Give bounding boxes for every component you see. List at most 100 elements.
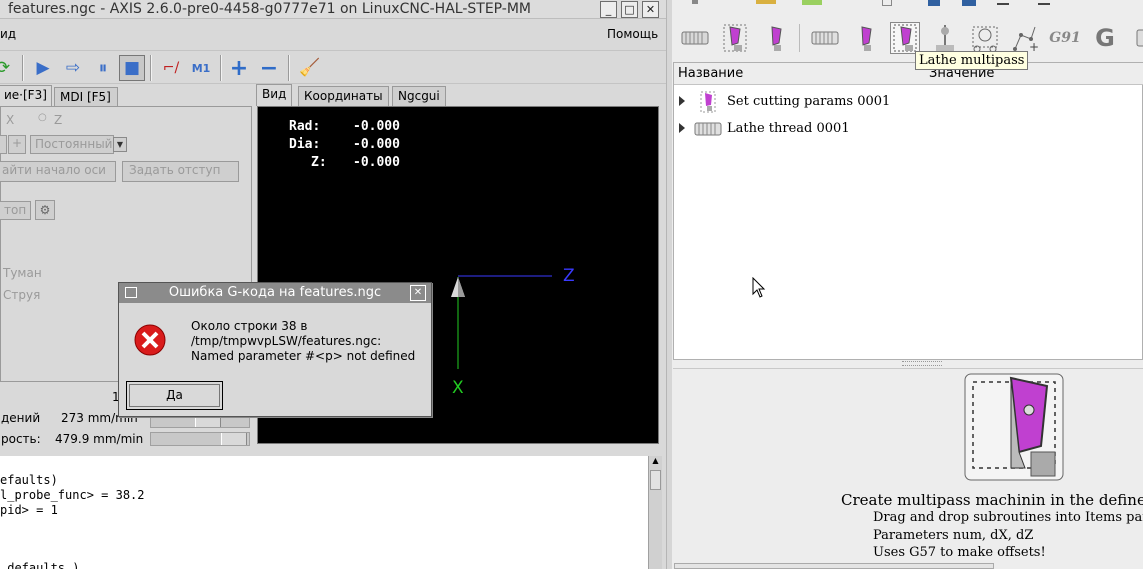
tree-item[interactable]: Lathe thread 0001 [674, 118, 1143, 140]
z-axis-label: Z [563, 266, 575, 286]
partial-icon [692, 0, 698, 4]
partial-icon [1038, 3, 1050, 5]
slider-thumb[interactable] [221, 433, 247, 445]
zoom-in-icon[interactable]: + [226, 55, 252, 81]
touch-off-button[interactable]: Задать отступ [122, 161, 239, 182]
polyline-icon[interactable]: + [1010, 22, 1040, 54]
features-tree[interactable]: Название Значение Set cutting params 000… [673, 62, 1143, 360]
expander-icon[interactable] [679, 96, 685, 106]
tab-manual[interactable]: ие·[F3] [0, 85, 52, 107]
mist-checkbox[interactable]: Туман [3, 266, 42, 280]
jog-minus-button[interactable] [0, 135, 7, 154]
tree-item-label: Lathe thread 0001 [727, 121, 850, 136]
tab-mdi[interactable]: MDI [F5] [54, 87, 118, 107]
step-icon[interactable]: ⇨ [60, 55, 86, 81]
dialog-titlebar[interactable]: Ошибка G-кода на features.ngc ✕ [119, 283, 431, 303]
description-line: Drag and drop subroutines into Items par… [873, 510, 1143, 525]
tab-preview[interactable]: Вид [256, 84, 293, 106]
velocity-label: рость: [1, 432, 41, 446]
cutting-params-icon [700, 91, 716, 113]
set-cutting-params-icon[interactable] [720, 22, 750, 54]
toolbar-separator [288, 55, 290, 81]
reload-icon[interactable]: ⟳ [0, 55, 16, 81]
menu-help[interactable]: Помощь [607, 27, 658, 41]
gcode-line: l_probe_func> = 38.2 [0, 488, 145, 502]
gcode-line: efaults) [0, 473, 58, 487]
g91-incremental-icon[interactable]: G91 [1049, 22, 1080, 54]
partial-icon [802, 0, 822, 5]
run-icon[interactable]: ▶ [30, 55, 56, 81]
gcode-scrollbar[interactable]: ▲ [648, 456, 662, 569]
g-refresh-icon[interactable]: G [1090, 22, 1120, 54]
close-window-button[interactable]: ✕ [642, 1, 659, 18]
partial-icon [997, 3, 1009, 5]
circles-icon[interactable] [970, 22, 1000, 54]
tab-coordinates[interactable]: Координаты [298, 86, 389, 106]
zoom-out-icon[interactable]: − [256, 55, 282, 81]
tooltip: Lathe multipass [915, 51, 1029, 70]
partial-icon [962, 0, 976, 6]
lathe-thread-icon[interactable] [680, 22, 710, 54]
error-icon [134, 324, 166, 356]
axis-x-radio[interactable]: X [6, 113, 14, 127]
axis-titlebar[interactable]: features.ngc - AXIS 2.6.0-pre0-4458-g077… [0, 0, 666, 19]
radio-icon: ○ [38, 112, 47, 123]
velocity-slider[interactable] [150, 432, 250, 446]
lathe-multipass-icon[interactable] [890, 22, 920, 54]
bottom-scrollbar[interactable] [674, 563, 994, 569]
jog-plus-button[interactable]: + [8, 135, 26, 154]
tab-ngcgui[interactable]: Ngcgui [392, 86, 446, 106]
axis-window: features.ngc - AXIS 2.6.0-pre0-4458-g077… [0, 0, 666, 569]
partial-icon [756, 0, 776, 4]
probe-icon[interactable] [930, 22, 960, 54]
tool-insert-icon[interactable] [760, 22, 790, 54]
description-line: Uses G57 to make offsets! [873, 545, 1046, 560]
tree-item-label: Set cutting params 0001 [727, 94, 891, 109]
more-icon[interactable] [1128, 22, 1143, 54]
expander-icon[interactable] [679, 123, 685, 133]
axis-toolbar: ⟳ ▶ ⇨ ⏸ ■ ⌐/ M1 + − 🧹 [0, 50, 666, 84]
tree-item[interactable]: Set cutting params 0001 [674, 91, 1143, 113]
brake-toggle-icon[interactable]: ⚙ [35, 200, 55, 220]
home-axis-button[interactable]: айти начало оси [0, 161, 116, 182]
gcode-error-dialog: Ошибка G-кода на features.ngc ✕ Около ст… [118, 282, 432, 417]
pane-resize-handle[interactable] [902, 361, 942, 366]
scroll-thumb[interactable] [650, 470, 661, 490]
gcode-text-area[interactable]: efaults) l_probe_func> = 38.2 pid> = 1 _… [0, 456, 648, 569]
velocity-value: 479.9 mm/min [55, 432, 144, 446]
chevron-down-icon[interactable]: ▼ [113, 137, 127, 152]
scroll-up-icon[interactable]: ▲ [650, 456, 661, 468]
menu-view[interactable]: ид [0, 27, 16, 41]
minimize-button[interactable]: _ [600, 1, 617, 18]
spindle-stop-button[interactable]: топ [0, 201, 31, 220]
jog-mode-select[interactable]: Постоянный [30, 135, 114, 154]
block-delete-icon[interactable]: ⌐/ [158, 55, 184, 81]
toolbar-separator [220, 55, 222, 81]
window-title: features.ngc - AXIS 2.6.0-pre0-4458-g077… [8, 1, 532, 17]
stop-icon[interactable]: ■ [119, 55, 145, 81]
feed-label: дений [1, 411, 41, 425]
optional-stop-icon[interactable]: M1 [188, 55, 214, 81]
pause-icon[interactable]: ⏸ [90, 55, 116, 81]
gcode-line: pid> = 1 [0, 503, 58, 517]
menubar: ид Помощь [0, 23, 666, 45]
thread-profile-icon[interactable] [810, 22, 840, 54]
tree-header: Название Значение [674, 63, 1143, 85]
ok-button-frame[interactable]: Да [126, 381, 223, 410]
column-name-header[interactable]: Название [678, 66, 743, 81]
thread-icon [694, 122, 722, 136]
maximize-button[interactable]: □ [621, 1, 638, 18]
gcode-line: _defaults ) [0, 561, 80, 569]
features-toolbar: + G91 G [672, 0, 1143, 60]
axis-z-radio[interactable]: Z [54, 113, 62, 127]
error-message: Около строки 38 в /tmp/tmpwvpLSW/feature… [191, 319, 416, 363]
toolbar-separator [150, 55, 152, 81]
description-title: Create multipass machinin in the defined… [841, 491, 1143, 509]
flood-checkbox[interactable]: Струя [3, 288, 40, 302]
dialog-title: Ошибка G-кода на features.ngc [168, 285, 382, 300]
lathe-tool-icon[interactable] [850, 22, 880, 54]
dialog-close-button[interactable]: ✕ [410, 285, 426, 301]
clear-live-plot-icon[interactable]: 🧹 [297, 55, 323, 81]
ok-button[interactable]: Да [129, 384, 220, 407]
features-window: + G91 G Название Значение Set cutting pa… [672, 0, 1143, 569]
